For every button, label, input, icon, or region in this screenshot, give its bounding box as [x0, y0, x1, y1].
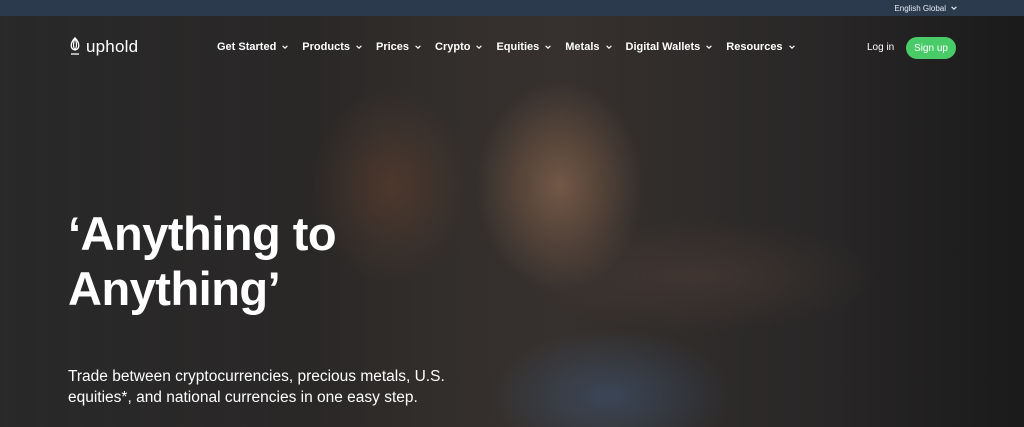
chevron-down-icon [476, 45, 483, 49]
nav-item-label: Equities [496, 41, 540, 53]
signup-button[interactable]: Sign up [906, 37, 956, 59]
nav-item-products[interactable]: Products [302, 41, 363, 53]
language-label: English Global [894, 3, 946, 13]
chevron-down-icon [356, 45, 362, 49]
nav-item-label: Resources [726, 41, 783, 53]
chevron-down-icon [415, 45, 421, 49]
chevron-down-icon [545, 45, 552, 49]
brand-logo[interactable]: uphold [68, 37, 138, 57]
hero-subtext: Trade between cryptocurrencies, precious… [68, 368, 445, 406]
nav-item-label: Products [302, 41, 350, 53]
language-bar: English Global [0, 0, 1024, 16]
chevron-down-icon [282, 45, 289, 49]
nav-item-equities[interactable]: Equities [496, 41, 552, 53]
nav-item-resources[interactable]: Resources [726, 41, 795, 53]
nav-item-label: Crypto [435, 41, 471, 53]
main-navigation: uphold Get Started Products Prices Crypt… [0, 16, 1024, 80]
nav-item-metals[interactable]: Metals [565, 41, 612, 53]
chevron-down-icon [951, 6, 957, 10]
language-selector[interactable]: English Global [894, 4, 958, 13]
chevron-down-icon [706, 45, 713, 49]
nav-item-label: Prices [375, 41, 410, 53]
nav-item-label: Metals [565, 41, 600, 53]
uphold-logo-icon [70, 37, 80, 55]
hero-headline-line-2: Anything’ [68, 262, 281, 315]
nav-item-label: Digital Wallets [625, 41, 701, 53]
nav-menu: Get Started Products Prices Crypto Equit… [217, 41, 809, 53]
nav-item-prices[interactable]: Prices [376, 41, 422, 53]
brand-name: uphold [86, 37, 139, 56]
nav-item-crypto[interactable]: Crypto [435, 41, 483, 53]
chevron-down-icon [605, 45, 612, 49]
hero-headline-line-1: ‘Anything to [68, 207, 337, 260]
nav-item-digital-wallets[interactable]: Digital Wallets [626, 41, 714, 53]
signup-label: Sign up [914, 42, 948, 54]
hero-headline: ‘Anything to Anything’ [68, 206, 337, 316]
nav-item-label: Get Started [217, 41, 277, 53]
chevron-down-icon [788, 45, 795, 49]
login-link[interactable]: Log in [867, 42, 894, 53]
nav-item-get-started[interactable]: Get Started [217, 41, 289, 53]
